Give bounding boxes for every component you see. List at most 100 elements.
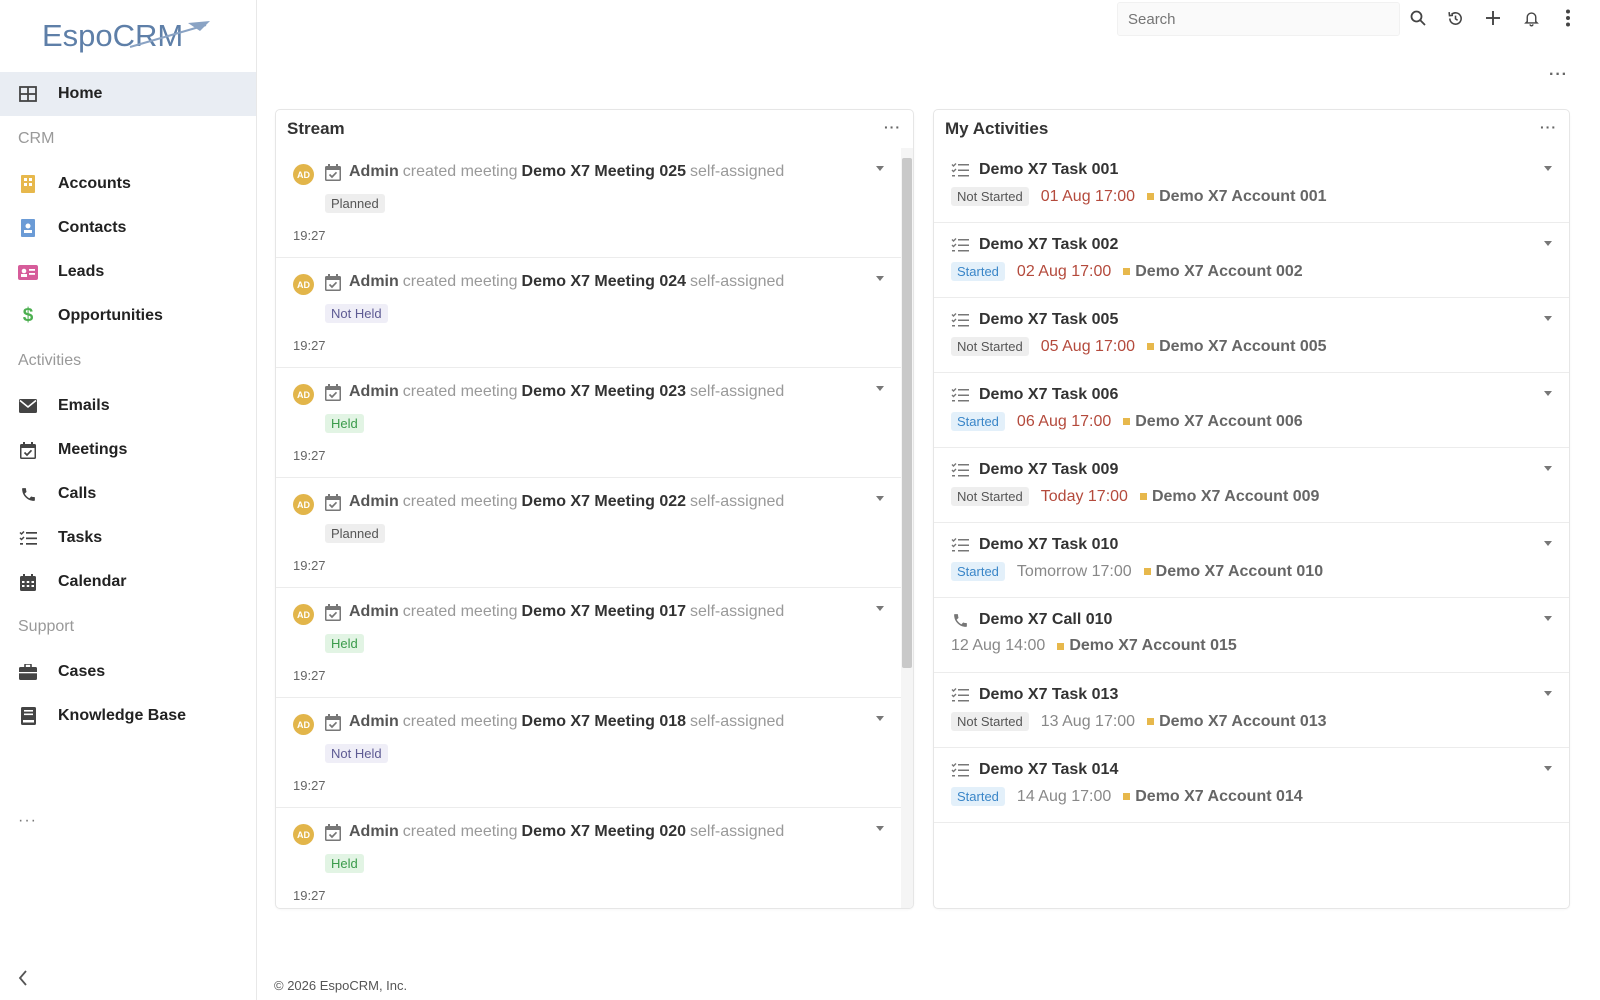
stream-suffix: self-assigned <box>690 823 785 840</box>
stream-item-text: Admin created meeting Demo X7 Meeting 018 s… <box>325 713 788 731</box>
chevron-down-icon[interactable] <box>876 166 884 171</box>
activity-name-link[interactable]: Demo X7 Task 013 <box>979 686 1118 704</box>
activity-name-link[interactable]: Demo X7 Task 001 <box>979 161 1118 179</box>
sidebar-item-accounts[interactable]: Accounts <box>0 162 256 206</box>
my-activities-panel: My Activities ··· Demo X7 Task 001 Not St… <box>933 109 1570 909</box>
plus-icon[interactable] <box>1483 8 1503 28</box>
panel-title: My Activities <box>945 119 1049 138</box>
sidebar-item-emails[interactable]: Emails <box>0 384 256 428</box>
avatar[interactable]: AD <box>293 824 314 845</box>
sidebar-item-calendar[interactable]: Calendar <box>0 560 256 604</box>
chevron-down-icon[interactable] <box>1544 541 1552 546</box>
stream-user-link[interactable]: Admin <box>349 823 399 841</box>
sidebar-item-meetings[interactable]: Meetings <box>0 428 256 472</box>
chevron-down-icon[interactable] <box>876 716 884 721</box>
avatar[interactable]: AD <box>293 274 314 295</box>
sidebar-item-label: Opportunities <box>58 307 163 324</box>
sidebar-item-leads[interactable]: Leads <box>0 250 256 294</box>
stream-user-link[interactable]: Admin <box>349 383 399 401</box>
account-link[interactable]: Demo X7 Account 009 <box>1152 488 1319 506</box>
chevron-down-icon[interactable] <box>1544 391 1552 396</box>
chevron-down-icon[interactable] <box>876 496 884 501</box>
stream-action: created meeting <box>402 713 518 730</box>
scrollbar-thumb[interactable] <box>902 158 912 668</box>
history-icon[interactable] <box>1445 8 1465 28</box>
chevron-down-icon[interactable] <box>1544 166 1552 171</box>
avatar[interactable]: AD <box>293 164 314 185</box>
activity-item: Demo X7 Task 001 Not Started 01 Aug 17:00 D… <box>934 148 1569 223</box>
activity-meta: Started 14 Aug 17:00 Demo X7 Account 014 <box>951 787 1303 806</box>
account-link[interactable]: Demo X7 Account 006 <box>1135 413 1302 431</box>
avatar[interactable]: AD <box>293 604 314 625</box>
panel-menu-button[interactable]: ··· <box>884 119 901 135</box>
app-logo[interactable]: EspoCRM <box>0 0 256 72</box>
chevron-down-icon[interactable] <box>1544 691 1552 696</box>
stream-record-link[interactable]: Demo X7 Meeting 017 <box>522 603 687 621</box>
stream-record-link[interactable]: Demo X7 Meeting 025 <box>522 163 687 181</box>
account-link[interactable]: Demo X7 Account 010 <box>1156 563 1323 581</box>
chevron-down-icon[interactable] <box>1544 766 1552 771</box>
chevron-down-icon[interactable] <box>876 276 884 281</box>
activity-name-link[interactable]: Demo X7 Task 006 <box>979 386 1118 404</box>
meeting-icon <box>325 383 341 401</box>
activity-name-link[interactable]: Demo X7 Task 005 <box>979 311 1118 329</box>
stream-user-link[interactable]: Admin <box>349 273 399 291</box>
sidebar-item-opportunities[interactable]: $ Opportunities <box>0 294 256 338</box>
chevron-down-icon[interactable] <box>876 826 884 831</box>
stream-user-link[interactable]: Admin <box>349 493 399 511</box>
activity-name-link[interactable]: Demo X7 Task 010 <box>979 536 1118 554</box>
activity-name-link[interactable]: Demo X7 Task 009 <box>979 461 1118 479</box>
chevron-down-icon[interactable] <box>1544 316 1552 321</box>
search-input[interactable] <box>1118 3 1399 35</box>
activity-name-link[interactable]: Demo X7 Call 010 <box>979 611 1112 629</box>
panel-menu-button[interactable]: ··· <box>1540 119 1557 135</box>
account-link[interactable]: Demo X7 Account 013 <box>1159 713 1326 731</box>
dashboard-menu-button[interactable]: ··· <box>1549 66 1568 84</box>
global-search[interactable] <box>1117 2 1400 36</box>
stream-suffix: self-assigned <box>690 603 785 620</box>
sidebar-item-contacts[interactable]: Contacts <box>0 206 256 250</box>
account-link[interactable]: Demo X7 Account 014 <box>1135 788 1302 806</box>
chevron-down-icon[interactable] <box>1544 616 1552 621</box>
sidebar-item-tasks[interactable]: Tasks <box>0 516 256 560</box>
stream-record-link[interactable]: Demo X7 Meeting 024 <box>522 273 687 291</box>
search-icon[interactable] <box>1408 8 1428 28</box>
stream-user-link[interactable]: Admin <box>349 713 399 731</box>
stream-record-link[interactable]: Demo X7 Meeting 023 <box>522 383 687 401</box>
avatar[interactable]: AD <box>293 494 314 515</box>
activity-item: Demo X7 Task 010 Started Tomorrow 17:00 Dem… <box>934 523 1569 598</box>
stream-timestamp: 19:27 <box>293 778 326 793</box>
stream-user-link[interactable]: Admin <box>349 603 399 621</box>
vertical-dots-icon[interactable] <box>1558 8 1578 28</box>
status-badge: Held <box>325 634 364 653</box>
sidebar-item-home[interactable]: Home <box>0 72 256 116</box>
activity-name-link[interactable]: Demo X7 Task 002 <box>979 236 1118 254</box>
activity-name-link[interactable]: Demo X7 Task 014 <box>979 761 1118 779</box>
avatar[interactable]: AD <box>293 384 314 405</box>
activity-meta: Started Tomorrow 17:00 Demo X7 Account 010 <box>951 562 1323 581</box>
account-link[interactable]: Demo X7 Account 001 <box>1159 188 1326 206</box>
chevron-down-icon[interactable] <box>876 606 884 611</box>
account-link[interactable]: Demo X7 Account 002 <box>1135 263 1302 281</box>
avatar[interactable]: AD <box>293 714 314 735</box>
dollar-icon: $ <box>22 305 34 326</box>
collapse-sidebar-button[interactable] <box>18 970 28 990</box>
chevron-down-icon[interactable] <box>876 386 884 391</box>
sidebar-item-knowledge-base[interactable]: Knowledge Base <box>0 694 256 738</box>
activity-item: Demo X7 Task 009 Not Started Today 17:00 De… <box>934 448 1569 523</box>
stream-action: created meeting <box>402 823 518 840</box>
chevron-down-icon[interactable] <box>1544 466 1552 471</box>
sidebar-item-label: Contacts <box>58 219 127 236</box>
sidebar-more-button[interactable]: ··· <box>18 812 37 830</box>
account-color-dot <box>1147 343 1155 350</box>
stream-record-link[interactable]: Demo X7 Meeting 020 <box>522 823 687 841</box>
stream-user-link[interactable]: Admin <box>349 163 399 181</box>
account-link[interactable]: Demo X7 Account 015 <box>1069 637 1236 655</box>
chevron-down-icon[interactable] <box>1544 241 1552 246</box>
account-link[interactable]: Demo X7 Account 005 <box>1159 338 1326 356</box>
sidebar-item-cases[interactable]: Cases <box>0 650 256 694</box>
sidebar-item-calls[interactable]: Calls <box>0 472 256 516</box>
stream-record-link[interactable]: Demo X7 Meeting 018 <box>522 713 687 731</box>
stream-record-link[interactable]: Demo X7 Meeting 022 <box>522 493 687 511</box>
bell-icon[interactable] <box>1521 8 1541 28</box>
